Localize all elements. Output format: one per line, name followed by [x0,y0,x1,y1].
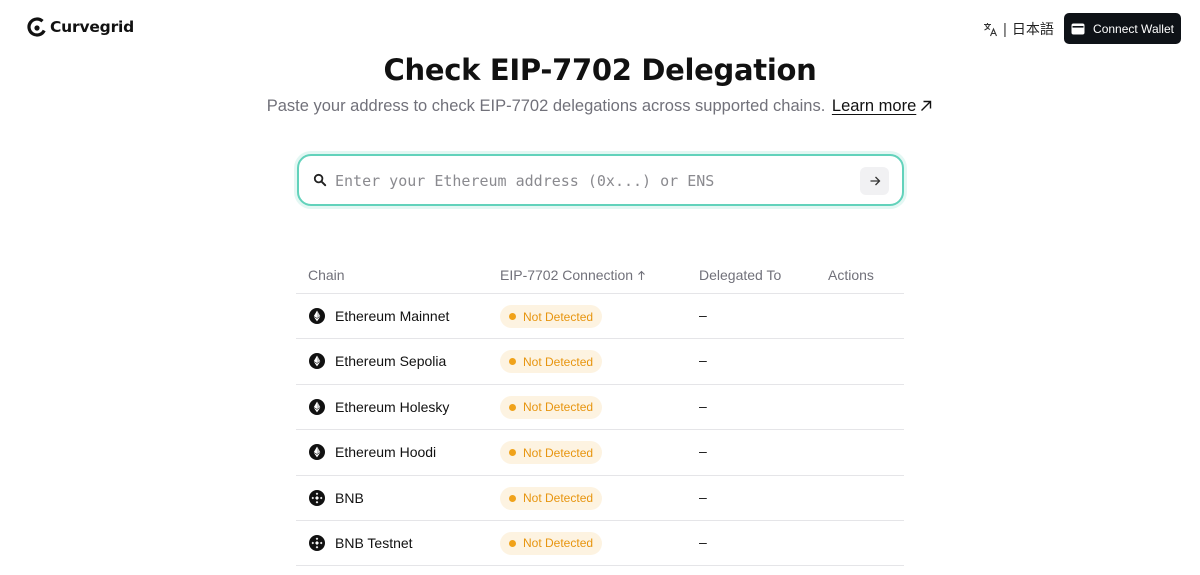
language-divider: | [1003,20,1007,38]
chain-cell: Ethereum Mainnet [309,308,449,324]
delegated-to-value: – [699,533,707,550]
chain-name: BNB [335,489,364,506]
ethereum-icon [309,398,325,415]
language-switcher[interactable]: | 日本語 [983,19,1054,39]
curvegrid-logo-icon [27,17,46,37]
subtitle-text: Paste your address to check EIP-7702 del… [266,97,826,115]
status-label: Not Detected [523,400,594,415]
chain-name: Ethereum Sepolia [335,353,447,370]
status-label: Not Detected [523,309,594,324]
address-search-box[interactable] [297,154,904,206]
status-dot-icon [509,494,516,502]
wallet-icon [1071,23,1085,34]
table-row: BNB Not Detected – [296,476,904,521]
delegated-to-value: – [699,397,707,414]
search-submit-button[interactable] [860,167,889,195]
header: Curvegrid | 日本語 Connect Wallet [0,0,1200,56]
column-header-delegated-to[interactable]: Delegated To [699,267,781,283]
ethereum-icon [309,308,325,324]
table-body: Ethereum Mainnet Not Detected – Ethereum Se… [296,294,904,567]
search-icon [313,173,327,187]
learn-more-link[interactable]: Learn more [832,97,933,115]
table-row: Ethereum Sepolia Not Detected – [296,339,904,385]
status-label: Not Detected [523,445,594,460]
table-row: Ethereum Holesky Not Detected – [296,385,904,431]
bnb-icon [309,489,325,506]
chain-cell: BNB [309,489,364,506]
table-header: Chain EIP-7702 Connection Delegated To A… [296,252,904,294]
status-dot-icon [509,403,516,411]
table-row: Ethereum Hoodi Not Detected – [296,430,904,476]
table-row: Ethereum Mainnet Not Detected – [296,294,904,340]
delegated-to-value: – [699,488,707,505]
chain-name: BNB Testnet [335,534,413,551]
page-title: Check EIP-7702 Delegation [383,53,817,87]
ethereum-icon [309,353,325,370]
column-header-actions: Actions [828,267,874,283]
external-arrow-icon [921,100,932,111]
chain-cell: Ethereum Sepolia [309,353,447,370]
chain-cell: Ethereum Hoodi [309,444,437,461]
bnb-icon [309,534,325,551]
address-input[interactable] [335,168,850,194]
delegation-table: Chain EIP-7702 Connection Delegated To A… [296,252,904,567]
page-subtitle: Paste your address to check EIP-7702 del… [0,97,1200,116]
delegated-to-value: – [699,352,707,369]
chain-cell: Ethereum Holesky [309,398,450,415]
connect-wallet-label: Connect Wallet [1093,21,1174,36]
sort-ascending-icon [638,270,645,280]
column-header-connection-label: EIP-7702 Connection [500,267,634,283]
status-label: Not Detected [523,491,594,506]
delegated-to-value: – [699,307,707,323]
status-dot-icon [509,313,516,320]
table-row: BNB Testnet Not Detected – [296,521,904,567]
translate-icon [984,22,998,36]
status-badge: Not Detected [500,531,603,555]
status-badge: Not Detected [500,350,603,374]
chain-name: Ethereum Mainnet [335,308,450,324]
ethereum-icon [309,444,325,461]
status-label: Not Detected [523,354,594,369]
chain-name: Ethereum Holesky [335,398,450,415]
chain-name: Ethereum Hoodi [335,444,437,461]
connect-wallet-button[interactable]: Connect Wallet [1064,13,1181,44]
status-badge: Not Detected [500,486,603,510]
status-badge: Not Detected [500,305,603,328]
status-dot-icon [509,539,516,547]
status-label: Not Detected [523,536,594,551]
status-dot-icon [509,358,516,366]
column-header-connection[interactable]: EIP-7702 Connection [500,267,646,283]
status-badge: Not Detected [500,395,603,419]
status-badge: Not Detected [500,441,603,465]
language-label[interactable]: 日本語 [1012,19,1054,39]
column-header-chain[interactable]: Chain [308,267,345,283]
chain-cell: BNB Testnet [309,534,413,551]
learn-more-label: Learn more [831,97,917,115]
arrow-right-icon [870,176,880,186]
curvegrid-logo[interactable]: Curvegrid [27,17,134,37]
delegated-to-value: – [699,443,707,460]
logo-text: Curvegrid [50,18,135,36]
status-dot-icon [509,449,516,457]
